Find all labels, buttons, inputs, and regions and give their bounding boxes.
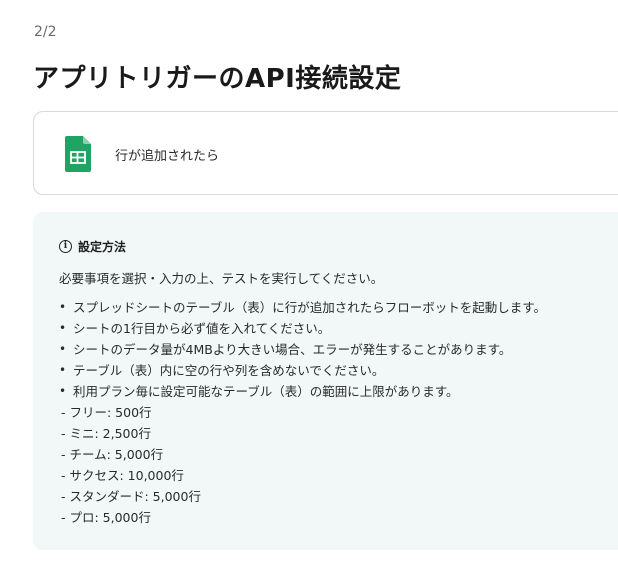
- list-item: • スプレッドシートのテーブル（表）に行が追加されたらフローボットを起動します。: [59, 300, 547, 315]
- setup-instructions-box: i 設定方法 必要事項を選択・入力の上、テストを実行してください。 • スプレッド…: [33, 212, 618, 550]
- list-item: • テーブル（表）内に空の行や列を含めないでください。: [59, 363, 385, 378]
- plan-limit-item: - サクセス: 10,000行: [61, 468, 184, 483]
- instructions-header: i 設定方法: [59, 238, 126, 255]
- plan-limit-item: - チーム: 5,000行: [61, 447, 164, 462]
- instructions-intro: 必要事項を選択・入力の上、テストを実行してください。: [59, 271, 384, 286]
- plan-limits-list: - フリー: 500行 - ミニ: 2,500行 - チーム: 5,000行 -…: [61, 402, 201, 528]
- instructions-title: 設定方法: [78, 240, 127, 254]
- page: 2/2 アプリトリガーのAPI接続設定 行が追加されたら i 設定方法 必要事項…: [0, 0, 618, 577]
- step-indicator: 2/2: [34, 24, 57, 40]
- plan-limit-item: - スタンダード: 5,000行: [61, 489, 201, 504]
- list-item: • シートの1行目から必ず値を入れてください。: [59, 321, 331, 336]
- page-title: アプリトリガーのAPI接続設定: [33, 64, 402, 94]
- trigger-card[interactable]: 行が追加されたら: [33, 111, 618, 195]
- plan-limit-item: - フリー: 500行: [61, 405, 152, 420]
- plan-limit-item: - ミニ: 2,500行: [61, 426, 151, 441]
- plan-limit-item: - プロ: 5,000行: [61, 510, 151, 525]
- google-sheets-icon: [65, 136, 91, 172]
- list-item: • 利用プラン毎に設定可能なテーブル（表）の範囲に上限があります。: [59, 384, 459, 399]
- list-item: • シートのデータ量が4MBより大きい場合、エラーが発生することがあります。: [59, 342, 512, 357]
- info-circle-icon: i: [59, 240, 72, 253]
- trigger-label: 行が追加されたら: [115, 149, 220, 164]
- instructions-list: • スプレッドシートのテーブル（表）に行が追加されたらフローボットを起動します。 …: [59, 297, 546, 402]
